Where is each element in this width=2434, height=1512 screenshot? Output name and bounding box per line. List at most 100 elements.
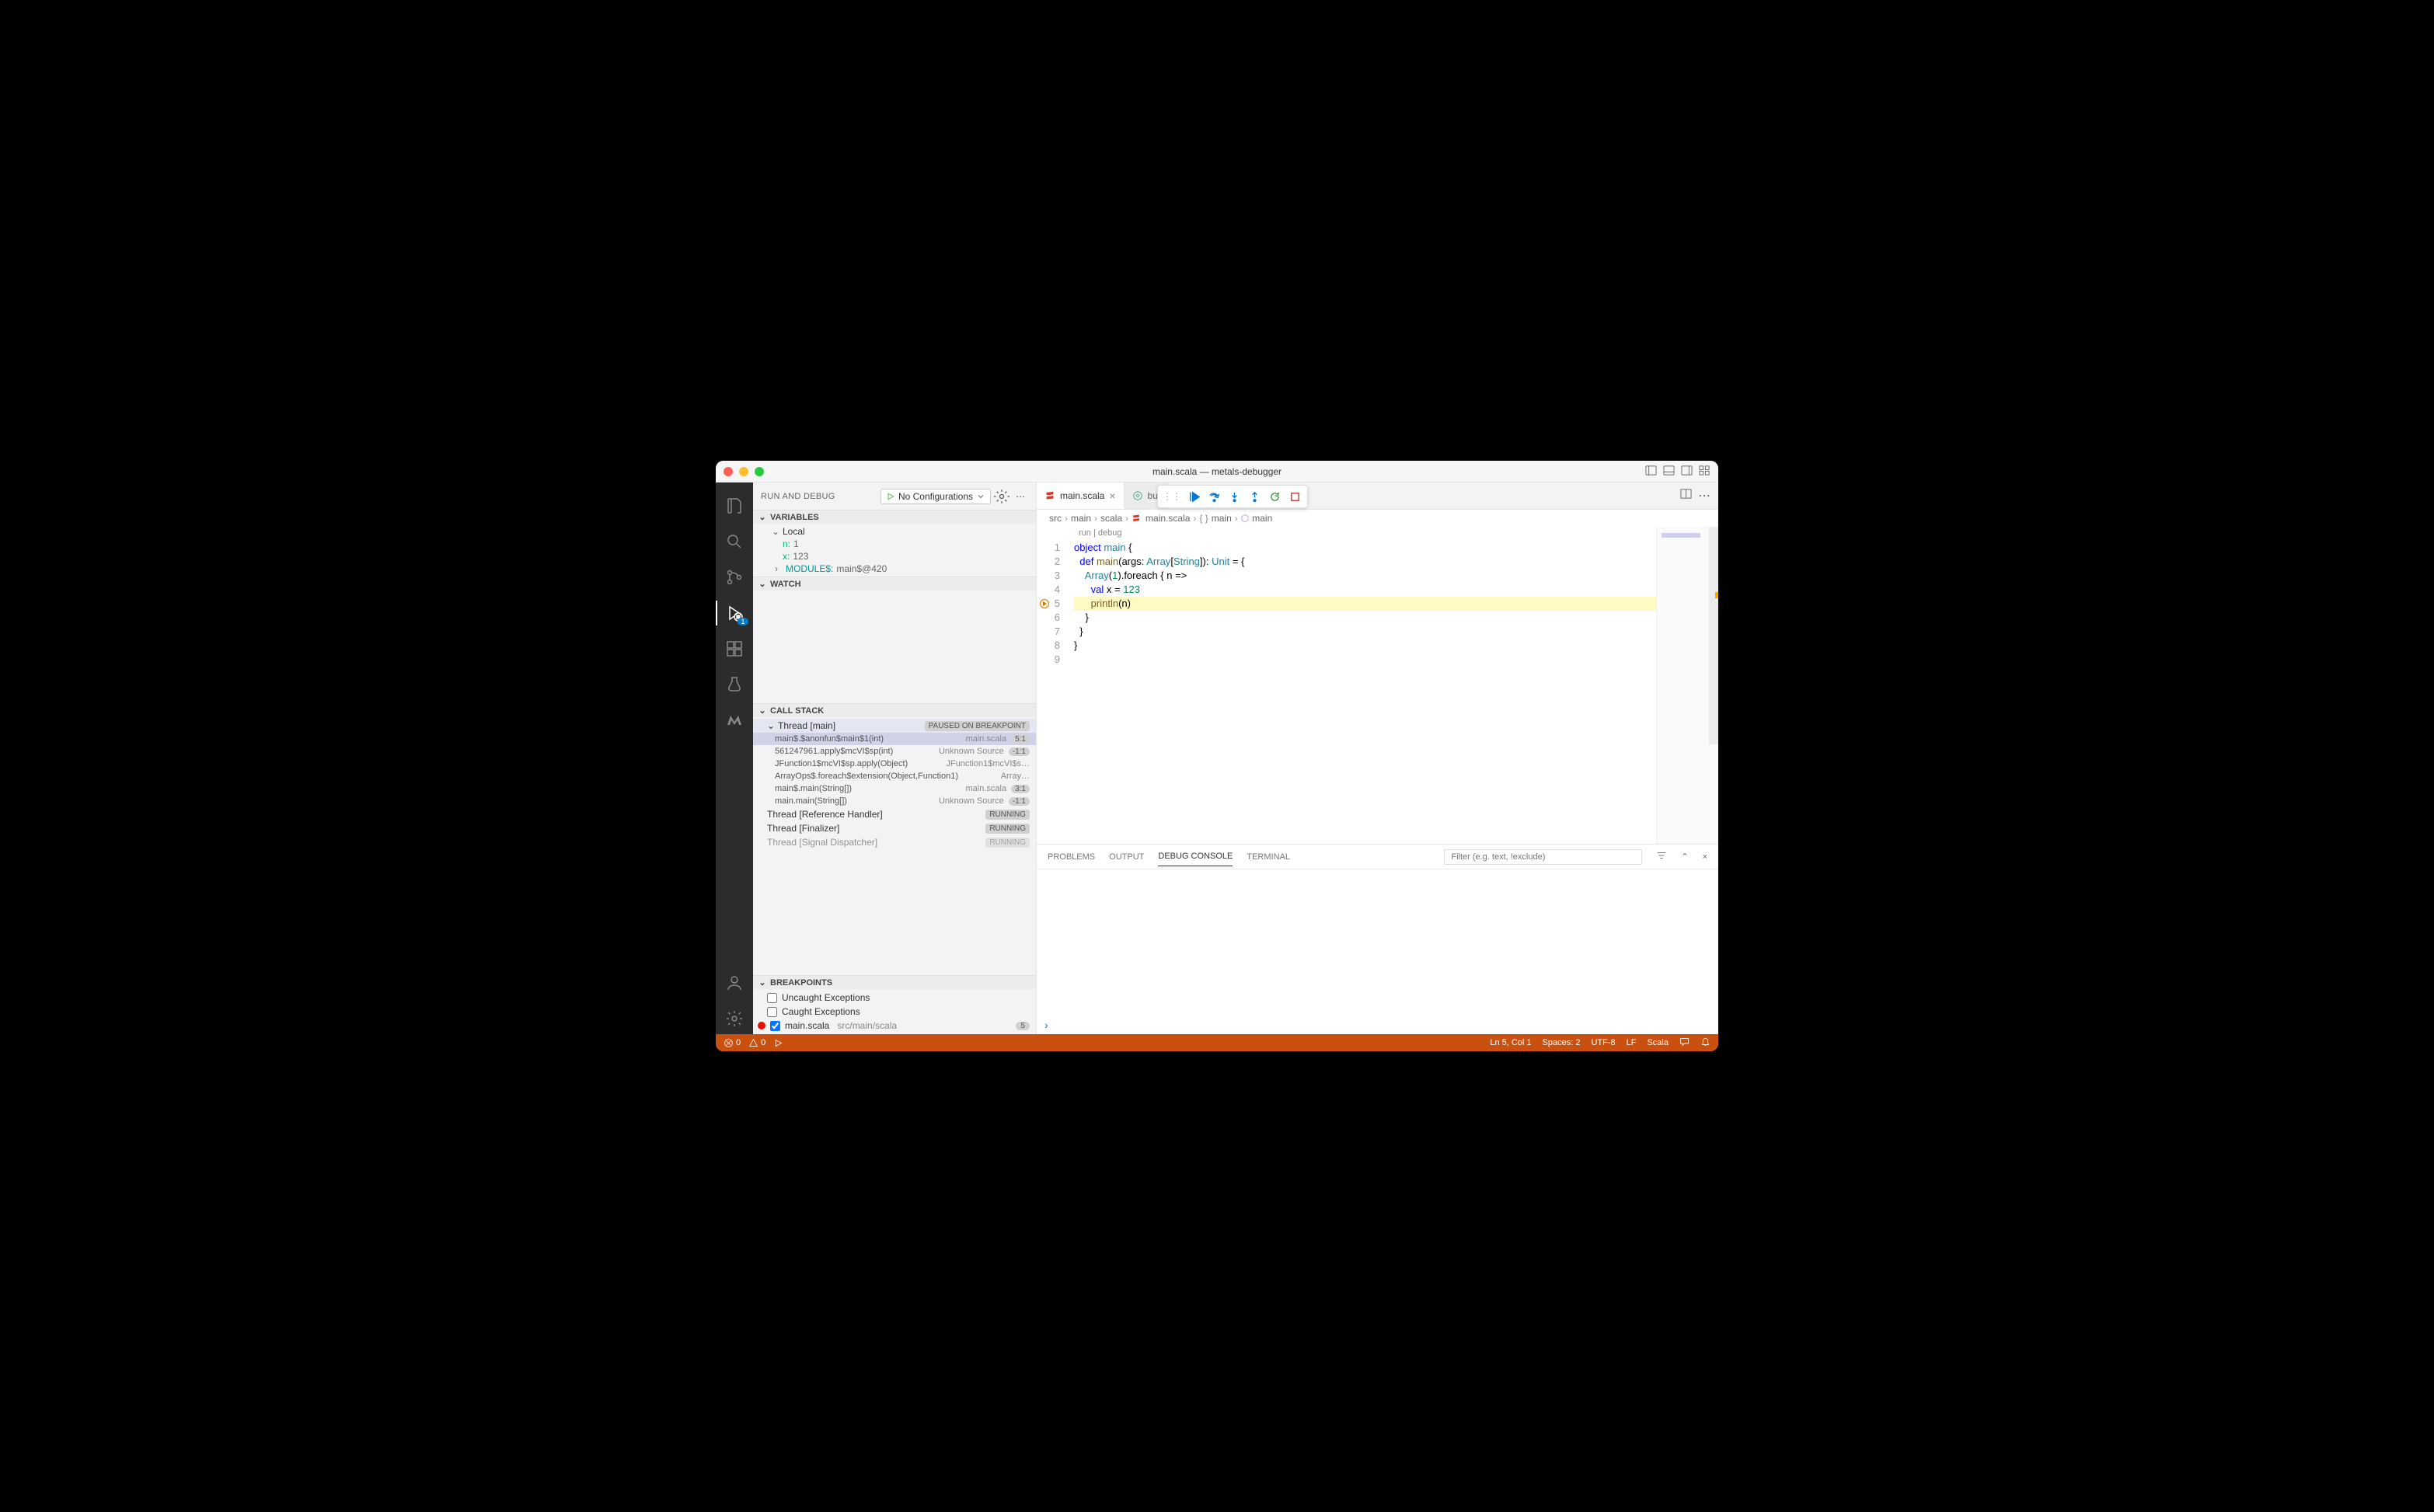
breakpoint-checkbox[interactable] (767, 1007, 777, 1017)
testing-icon[interactable] (716, 669, 753, 700)
method-icon: ⬡ (1241, 513, 1249, 524)
close-tab-icon[interactable]: × (1109, 489, 1115, 502)
layout-bottom-icon[interactable] (1663, 465, 1675, 479)
callstack-section: ⌄CALL STACK ⌄Thread [main]PAUSED ON BREA… (753, 703, 1036, 975)
callstack-frame[interactable]: main$.main(String[])main.scala3:1 (753, 782, 1036, 795)
codelens-run[interactable]: run (1079, 528, 1091, 538)
debug-badge: 1 (738, 618, 748, 625)
gutter[interactable]: 1 2 3 4 5 6 7 8 9 (1037, 527, 1074, 844)
gear-icon[interactable] (994, 489, 1010, 504)
config-label: No Configurations (898, 491, 973, 502)
source-control-icon[interactable] (716, 562, 753, 593)
callstack-thread-other[interactable]: Thread [Signal Dispatcher]RUNNING (753, 835, 1036, 849)
layout-customize-icon[interactable] (1699, 465, 1710, 479)
body: 1 RUN AND DEBUG No Configurations ⋯ (716, 483, 1718, 1034)
grip-icon[interactable]: ⋮⋮ (1161, 491, 1183, 502)
chevron-up-icon[interactable]: ⌃ (1681, 852, 1688, 862)
bottom-panel: PROBLEMS OUTPUT DEBUG CONSOLE TERMINAL ⌃… (1037, 844, 1718, 1034)
activity-bar: 1 (716, 483, 753, 1034)
panel-tab-problems[interactable]: PROBLEMS (1048, 848, 1095, 866)
callstack-frame[interactable]: ArrayOps$.foreach$extension(Object,Funct… (753, 770, 1036, 782)
breakpoint-checkbox[interactable] (767, 993, 777, 1003)
step-into-button[interactable] (1225, 488, 1243, 505)
search-icon[interactable] (716, 526, 753, 557)
panel-tab-debug-console[interactable]: DEBUG CONSOLE (1158, 847, 1233, 866)
variable-item[interactable]: n: 1 (753, 538, 1036, 550)
tab-label: main.scala (1060, 490, 1104, 501)
stop-button[interactable] (1285, 488, 1304, 505)
status-errors[interactable]: 0 (724, 1038, 741, 1048)
close-window-button[interactable] (724, 467, 733, 476)
status-spaces[interactable]: Spaces: 2 (1543, 1038, 1581, 1047)
status-debug-icon[interactable] (773, 1038, 783, 1048)
callstack-thread-other[interactable]: Thread [Finalizer]RUNNING (753, 821, 1036, 835)
breakpoint-caught[interactable]: Caught Exceptions (753, 1005, 1036, 1019)
callstack-frame[interactable]: JFunction1$mcVI$sp.apply(Object)JFunctio… (753, 758, 1036, 770)
main-area: main.scala × bui ⋮⋮ (1037, 483, 1718, 1034)
layout-right-icon[interactable] (1681, 465, 1693, 479)
breakpoints-header[interactable]: ⌄BREAKPOINTS (753, 975, 1036, 989)
panel-tabs: PROBLEMS OUTPUT DEBUG CONSOLE TERMINAL ⌃… (1037, 845, 1718, 869)
account-icon[interactable] (716, 967, 753, 998)
callstack-frame[interactable]: main$.$anonfun$main$1(int)main.scala5:1 (753, 733, 1036, 745)
variable-item[interactable]: ›MODULE$: main$@420 (753, 563, 1036, 575)
status-position[interactable]: Ln 5, Col 1 (1490, 1038, 1531, 1047)
extensions-icon[interactable] (716, 633, 753, 664)
panel-tab-terminal[interactable]: TERMINAL (1247, 848, 1290, 866)
variables-header[interactable]: ⌄VARIABLES (753, 510, 1036, 524)
debug-toolbar[interactable]: ⋮⋮ (1157, 485, 1308, 508)
callstack-thread[interactable]: ⌄Thread [main]PAUSED ON BREAKPOINT (753, 719, 1036, 733)
titlebar: main.scala — metals-debugger (716, 461, 1718, 483)
codelens: run | debug (1079, 528, 1121, 538)
status-language[interactable]: Scala (1647, 1038, 1669, 1047)
status-warnings[interactable]: 0 (748, 1038, 765, 1048)
settings-gear-icon[interactable] (716, 1003, 753, 1034)
close-panel-icon[interactable]: × (1703, 852, 1707, 862)
callstack-thread-other[interactable]: Thread [Reference Handler]RUNNING (753, 807, 1036, 821)
filter-input[interactable] (1444, 849, 1642, 865)
metals-icon[interactable] (716, 705, 753, 736)
split-editor-icon[interactable] (1680, 488, 1692, 503)
console-prompt-icon: › (1044, 1019, 1048, 1031)
variables-section: ⌄VARIABLES ⌄Local n: 1 x: 123 ›MODULE$: … (753, 510, 1036, 577)
run-debug-icon[interactable]: 1 (716, 597, 753, 629)
variable-item[interactable]: x: 123 (753, 550, 1036, 563)
more-icon[interactable]: ⋯ (1013, 489, 1028, 504)
step-over-button[interactable] (1205, 488, 1223, 505)
step-out-button[interactable] (1245, 488, 1264, 505)
panel-tab-output[interactable]: OUTPUT (1109, 848, 1144, 866)
debug-config-select[interactable]: No Configurations (880, 489, 991, 504)
editor[interactable]: run | debug 1 2 3 4 5 6 7 8 9 object mai… (1037, 527, 1718, 844)
minimize-window-button[interactable] (739, 467, 748, 476)
tab-main-scala[interactable]: main.scala × (1037, 483, 1125, 509)
debug-console[interactable]: › (1037, 869, 1718, 1034)
window-title: main.scala — metals-debugger (1152, 466, 1282, 477)
breakpoint-checkbox[interactable] (770, 1021, 780, 1031)
breadcrumb[interactable]: src› main› scala› main.scala› { }{} main… (1037, 510, 1718, 527)
maximize-window-button[interactable] (755, 467, 764, 476)
feedback-icon[interactable] (1679, 1036, 1690, 1049)
continue-button[interactable] (1184, 488, 1203, 505)
restart-button[interactable] (1265, 488, 1284, 505)
callstack-frame[interactable]: 561247961.apply$mcVI$sp(int)Unknown Sour… (753, 745, 1036, 758)
minimap[interactable] (1656, 527, 1718, 844)
status-encoding[interactable]: UTF-8 (1591, 1038, 1615, 1047)
sidebar-header: RUN AND DEBUG No Configurations ⋯ (753, 483, 1036, 510)
callstack-header[interactable]: ⌄CALL STACK (753, 703, 1036, 717)
watch-section: ⌄WATCH (753, 577, 1036, 703)
bell-icon[interactable] (1700, 1036, 1710, 1049)
variable-scope[interactable]: ⌄Local (753, 525, 1036, 538)
explorer-icon[interactable] (716, 490, 753, 521)
code-area[interactable]: object main { def main(args: Array[Strin… (1074, 527, 1656, 844)
breakpoint-file[interactable]: main.scalasrc/main/scala5 (753, 1019, 1036, 1033)
more-actions-icon[interactable]: ⋯ (1698, 488, 1710, 503)
titlebar-right (1645, 465, 1710, 479)
codelens-debug[interactable]: debug (1098, 528, 1122, 538)
breakpoint-uncaught[interactable]: Uncaught Exceptions (753, 991, 1036, 1005)
watch-header[interactable]: ⌄WATCH (753, 577, 1036, 591)
filter-settings-icon[interactable] (1656, 850, 1667, 863)
layout-left-icon[interactable] (1645, 465, 1657, 479)
scala-icon (1044, 490, 1055, 501)
callstack-frame[interactable]: main.main(String[])Unknown Source-1:1 (753, 795, 1036, 807)
status-eol[interactable]: LF (1627, 1038, 1637, 1047)
